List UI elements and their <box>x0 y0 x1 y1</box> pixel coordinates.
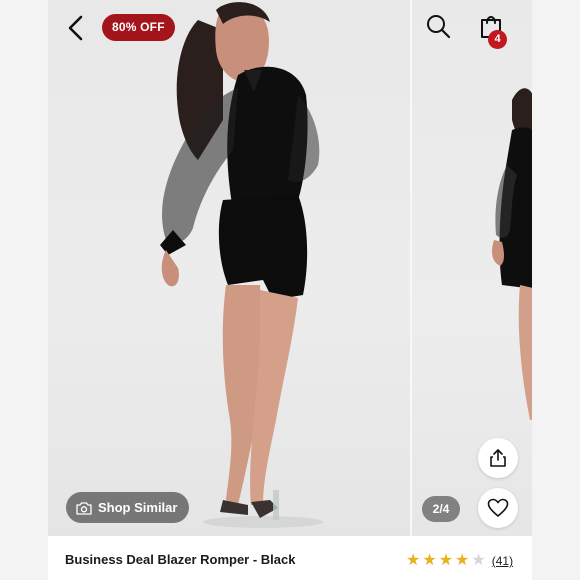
wishlist-button[interactable] <box>478 488 518 528</box>
star-icon: ★ <box>471 552 486 569</box>
star-icon: ★ <box>406 552 421 569</box>
product-photo-main[interactable] <box>48 0 410 536</box>
star-icon: ★ <box>455 552 470 569</box>
bag-count-badge: 4 <box>488 30 507 49</box>
product-info: Business Deal Blazer Romper - Black ★ ★ … <box>48 536 532 580</box>
screenshot-frame: 80% OFF 4 Shop Similar 2/4 Business Deal… <box>0 0 580 580</box>
review-count-link[interactable]: (41) <box>492 554 513 568</box>
image-page-indicator: 2/4 <box>422 496 460 522</box>
product-rating[interactable]: ★ ★ ★ ★ ★ (41) <box>406 553 513 569</box>
product-page: 80% OFF 4 Shop Similar 2/4 Business Deal… <box>48 0 532 580</box>
shop-similar-button[interactable]: Shop Similar <box>66 492 190 523</box>
discount-badge: 80% OFF <box>102 14 175 41</box>
back-button[interactable] <box>62 14 90 42</box>
share-icon <box>490 449 506 467</box>
star-icon: ★ <box>438 552 454 569</box>
share-button[interactable] <box>478 438 518 478</box>
heart-icon <box>487 498 509 517</box>
product-title: Business Deal Blazer Romper - Black <box>65 552 296 567</box>
shop-similar-label: Shop Similar <box>98 500 178 515</box>
search-icon <box>427 15 451 39</box>
model-illustration <box>160 2 323 528</box>
star-icon: ★ <box>422 552 437 569</box>
search-button[interactable] <box>424 12 452 40</box>
product-image-gallery[interactable]: 80% OFF 4 Shop Similar 2/4 <box>48 0 532 536</box>
camera-icon <box>76 501 92 515</box>
chevron-left-icon <box>68 15 83 41</box>
